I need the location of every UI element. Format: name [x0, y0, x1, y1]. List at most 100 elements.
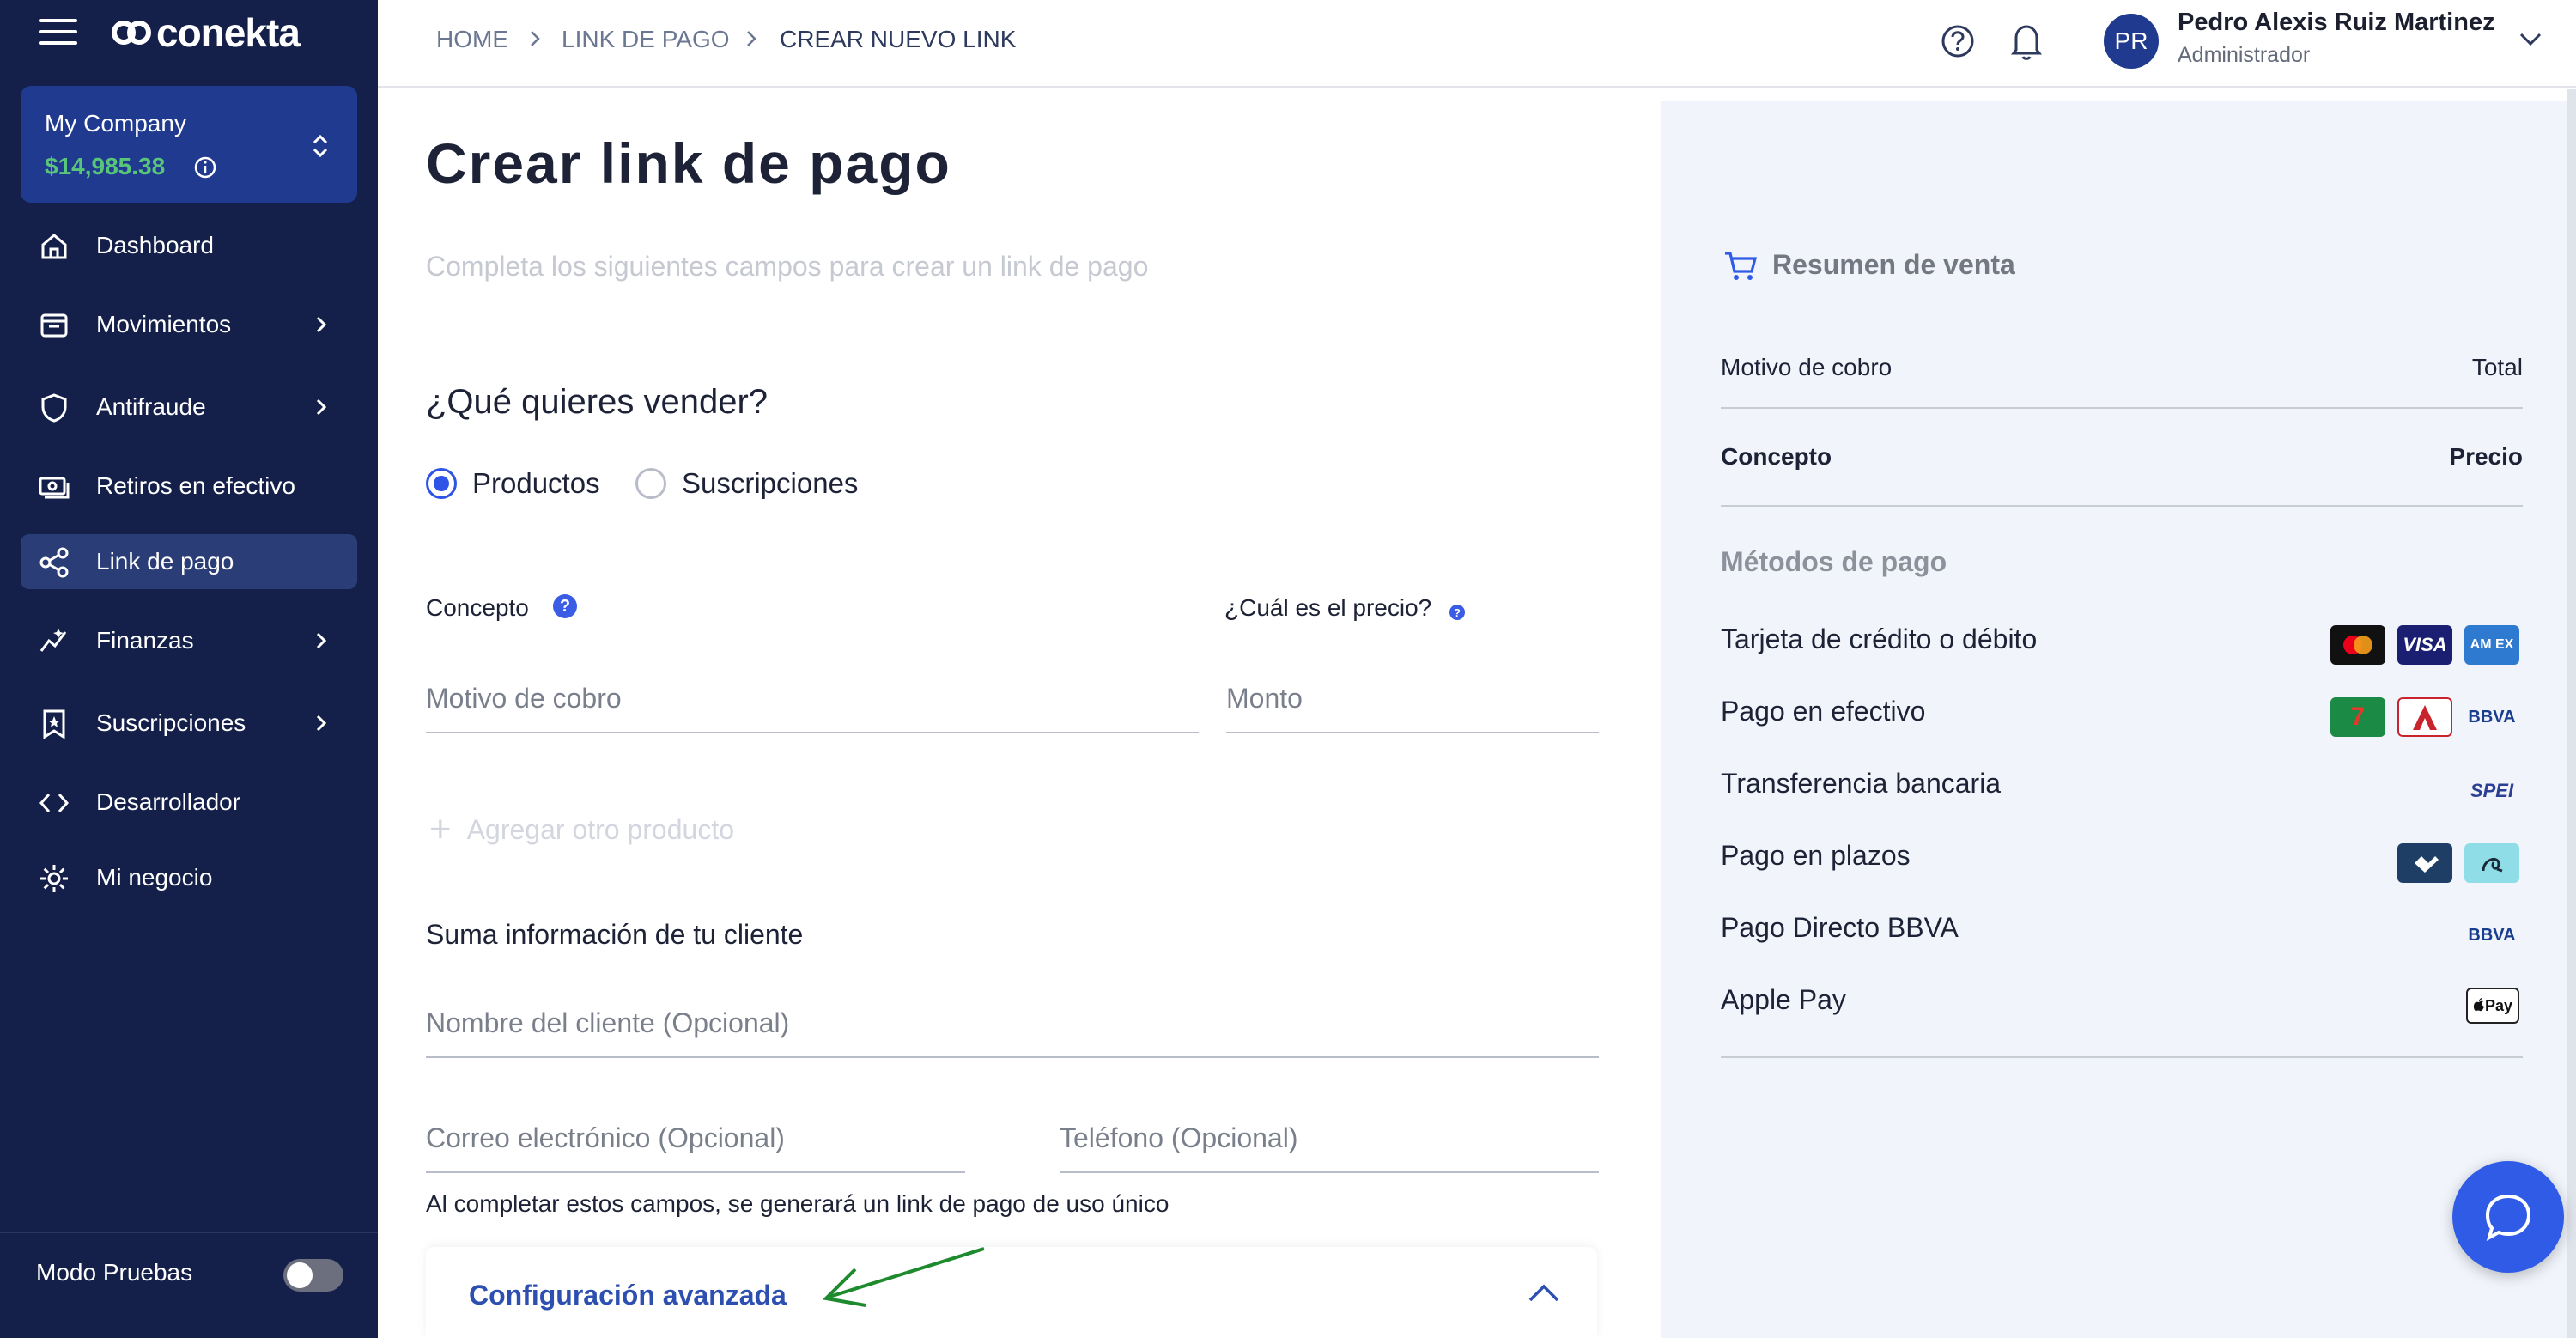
- company-name: My Company: [45, 110, 186, 137]
- sidebar-divider: [0, 1232, 378, 1233]
- method-card: Tarjeta de crédito o débito: [1721, 623, 2038, 654]
- summary-motivo: Motivo de cobro: [1721, 354, 1893, 380]
- summary-row-concept: Concepto Precio: [1721, 443, 2523, 471]
- panel-scroll-edge: [2567, 89, 2576, 1338]
- price-input[interactable]: [1226, 665, 1599, 733]
- chat-button[interactable]: [2452, 1161, 2564, 1273]
- avatar[interactable]: PR: [2104, 14, 2159, 69]
- price-label: ¿Cuál es el precio?: [1224, 594, 1432, 621]
- client-name-input[interactable]: [426, 989, 1599, 1058]
- code-icon: [39, 793, 70, 813]
- bbva-logo: BBVA: [2468, 925, 2516, 945]
- amex-logo: AM EX: [2464, 625, 2519, 665]
- sidebar-item-finanzas[interactable]: Finanzas: [21, 613, 357, 668]
- sidebar-item-retiros[interactable]: Retiros en efectivo: [21, 459, 357, 514]
- sidebar-item-label: Finanzas: [96, 627, 194, 654]
- apple-icon: [2473, 998, 2484, 1012]
- radio-circle-selected: [426, 468, 457, 499]
- bookmark-star-icon: [43, 709, 65, 739]
- advanced-config-label: Configuración avanzada: [469, 1280, 787, 1311]
- sidebar-item-movimientos[interactable]: Movimientos: [21, 297, 357, 352]
- chevron-updown-icon[interactable]: [307, 131, 333, 161]
- breadcrumb-link-de-pago[interactable]: LINK DE PAGO: [562, 26, 730, 53]
- hamburger-menu-icon[interactable]: [39, 19, 77, 48]
- toggle-knob: [287, 1262, 313, 1288]
- inbox-icon: [40, 313, 68, 338]
- brand-name: conekta: [156, 10, 301, 55]
- email-input[interactable]: [426, 1104, 965, 1173]
- annotation-arrow-icon: [822, 1247, 985, 1307]
- home-icon: [41, 234, 67, 259]
- sidebar-item-label: Dashboard: [96, 232, 214, 258]
- question-mark-icon[interactable]: ?: [553, 594, 577, 618]
- method-cash: Pago en efectivo: [1721, 696, 1926, 727]
- help-icon[interactable]: [1939, 22, 1977, 60]
- summary-total: Total: [2471, 354, 2523, 380]
- chevron-right-icon: [316, 316, 327, 333]
- test-mode-toggle[interactable]: [283, 1259, 343, 1292]
- chevron-right-icon: [747, 31, 756, 46]
- advanced-config-toggle[interactable]: Configuración avanzada: [426, 1247, 1597, 1338]
- gear-icon: [40, 865, 68, 892]
- sidebar-item-antifraude[interactable]: Antifraude: [21, 380, 357, 435]
- concept-label: Concepto: [426, 594, 529, 621]
- sidebar: conekta My Company $14,985.38 Dashboard …: [0, 0, 378, 1338]
- sidebar-item-mi-negocio[interactable]: Mi negocio: [21, 850, 357, 905]
- kueski-logo: [2397, 843, 2452, 883]
- add-product-label: Agregar otro producto: [466, 813, 734, 845]
- sidebar-item-label: Retiros en efectivo: [96, 472, 295, 499]
- divider: [1721, 505, 2523, 507]
- diamond-icon: [2415, 856, 2439, 873]
- aplazo-logo: [2464, 843, 2519, 883]
- sidebar-item-label: Movimientos: [96, 311, 232, 338]
- client-section-title: Suma información de tu cliente: [426, 919, 804, 950]
- chevron-down-icon[interactable]: [2518, 29, 2543, 50]
- radio-label: Productos: [472, 467, 600, 499]
- letter-a-icon: [2413, 705, 2437, 730]
- apple-pay-text: Pay: [2484, 996, 2513, 1014]
- company-balance: $14,985.38: [45, 153, 166, 179]
- mastercard-logo: [2330, 625, 2385, 665]
- chevron-up-icon: [1528, 1284, 1559, 1302]
- sidebar-item-desarrollador[interactable]: Desarrollador: [21, 775, 357, 830]
- test-mode-label: Modo Pruebas: [36, 1259, 193, 1286]
- chevron-right-icon: [531, 31, 540, 46]
- page-subtitle: Completa los siguientes campos para crea…: [426, 251, 1149, 282]
- chevron-right-icon: [316, 398, 327, 416]
- sidebar-item-link-de-pago[interactable]: Link de pago: [21, 534, 357, 589]
- sidebar-item-dashboard[interactable]: Dashboard: [21, 218, 357, 273]
- info-icon[interactable]: [192, 155, 218, 180]
- breadcrumb-home[interactable]: HOME: [436, 26, 508, 53]
- sidebar-item-label: Link de pago: [96, 548, 234, 575]
- method-installments: Pago en plazos: [1721, 840, 1911, 871]
- concept-input[interactable]: [426, 665, 1199, 733]
- top-bar: HOME LINK DE PAGO CREAR NUEVO LINK PR Pe…: [378, 0, 2576, 88]
- swirl-icon: [2482, 857, 2503, 873]
- radio-suscripciones[interactable]: Suscripciones: [635, 467, 858, 500]
- add-product-button[interactable]: + Agregar otro producto: [429, 811, 734, 848]
- summary-title: Resumen de venta: [1772, 249, 2015, 280]
- seven-eleven-logo: 7: [2330, 697, 2385, 737]
- plus-icon: +: [429, 808, 452, 850]
- sidebar-item-label: Desarrollador: [96, 788, 241, 815]
- payment-methods-title: Métodos de pago: [1721, 546, 1947, 577]
- sidebar-item-suscripciones[interactable]: Suscripciones: [21, 696, 357, 751]
- method-transfer: Transferencia bancaria: [1721, 768, 2002, 799]
- cart-icon: [1725, 252, 1758, 280]
- share-icon: [39, 547, 69, 578]
- cash-icon: [39, 477, 70, 499]
- radio-productos[interactable]: Productos: [426, 467, 600, 500]
- chevron-right-icon: [316, 715, 327, 732]
- spei-logo: SPEI: [2470, 780, 2514, 801]
- brand-logo[interactable]: conekta: [112, 9, 301, 57]
- user-name: Pedro Alexis Ruiz Martinez: [2178, 9, 2495, 36]
- phone-input[interactable]: [1060, 1104, 1599, 1173]
- user-role: Administrador: [2178, 43, 2311, 67]
- bbva-logo: BBVA: [2468, 707, 2516, 727]
- single-use-note: Al completar estos campos, se generará u…: [426, 1190, 1170, 1217]
- bell-icon[interactable]: [2008, 21, 2045, 62]
- question-mark-icon[interactable]: ?: [1449, 605, 1465, 620]
- sell-question: ¿Qué quieres vender?: [426, 383, 769, 421]
- method-bbva-direct: Pago Directo BBVA: [1721, 912, 1959, 943]
- radio-label: Suscripciones: [682, 467, 859, 499]
